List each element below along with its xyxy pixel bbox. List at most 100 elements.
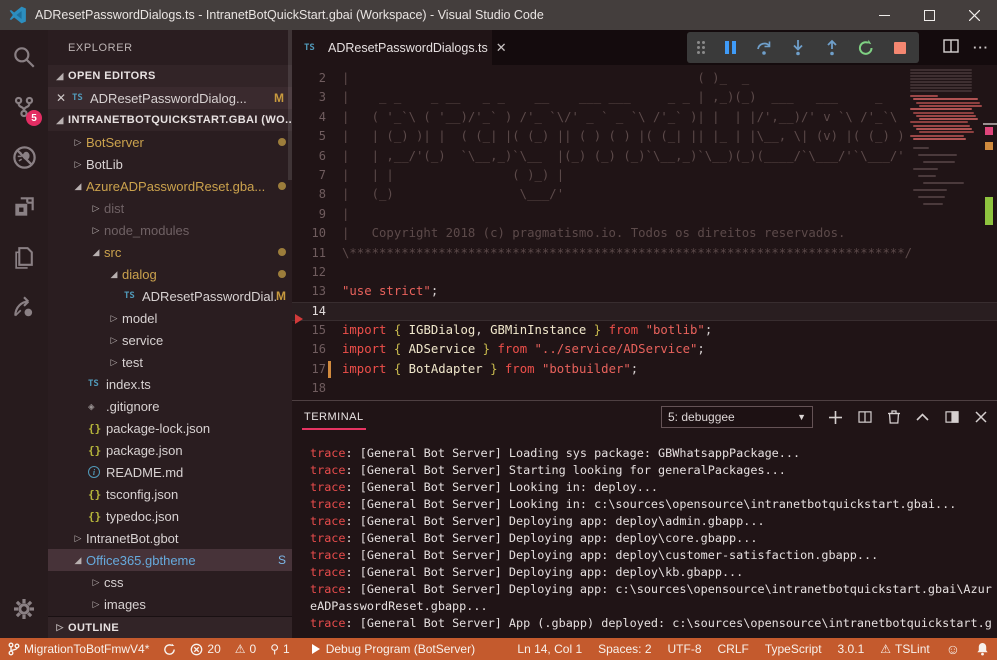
tab-adresetpassworddialogs[interactable]: TS ADResetPasswordDialogs.ts ✕ <box>292 30 492 65</box>
line-number: 18 <box>292 379 342 398</box>
language-item[interactable]: TypeScript <box>765 642 822 656</box>
code-line-12[interactable]: 12 <box>292 263 997 282</box>
outline-header[interactable]: ▷ OUTLINE <box>48 616 292 638</box>
tree-item-images[interactable]: ▷images <box>48 593 292 615</box>
tree-item-model[interactable]: ▷model <box>48 307 292 329</box>
code-line-11[interactable]: 11\*************************************… <box>292 244 997 263</box>
minimize-button[interactable] <box>862 0 907 30</box>
move-panel-icon[interactable] <box>945 411 959 423</box>
more-actions-icon[interactable]: ··· <box>973 40 989 55</box>
tree-item-typedoc-json[interactable]: {}typedoc.json <box>48 505 292 527</box>
tree-item-botlib[interactable]: ▷BotLib <box>48 153 292 175</box>
chevron-right-icon: ▷ <box>106 335 122 346</box>
code-line-15[interactable]: 15import { IGBDialog, GBMinInstance } fr… <box>292 321 997 340</box>
maximize-button[interactable] <box>907 0 952 30</box>
code-line-9[interactable]: 9| <box>292 205 997 224</box>
drag-grip-icon[interactable] <box>697 41 705 54</box>
share-icon[interactable] <box>0 284 48 330</box>
close-button[interactable] <box>952 0 997 30</box>
tree-item-package-lock-json[interactable]: {}package-lock.json <box>48 417 292 439</box>
kill-terminal-icon[interactable] <box>888 410 900 424</box>
step-into-button[interactable] <box>789 38 807 58</box>
code-line-6[interactable]: 6| | ,__/'(_) `\__,_)`\__ |(_) (_) (_)`\… <box>292 147 997 166</box>
debug-status-item[interactable]: Debug Program (BotServer) <box>312 642 475 656</box>
maximize-panel-icon[interactable] <box>916 413 929 421</box>
new-terminal-icon[interactable] <box>829 411 842 424</box>
code-line-3[interactable]: 3| _ _ _ __ _ _ __ ___ ___ _ _ | ,_)(_) … <box>292 88 997 107</box>
code-editor[interactable]: 2| ( )_ _3| _ _ _ __ _ _ __ ___ ___ _ _ … <box>292 65 997 400</box>
dropdown-arrow-icon: ▼ <box>797 412 806 422</box>
ts-version-item[interactable]: 3.0.1 <box>838 642 865 656</box>
debug-icon[interactable] <box>0 134 48 180</box>
terminal-tab[interactable]: TERMINAL <box>302 405 366 430</box>
stop-button[interactable] <box>891 38 909 58</box>
code-line-7[interactable]: 7| | | ( )_) | <box>292 166 997 185</box>
code-line-16[interactable]: 16import { ADService } from "../service/… <box>292 340 997 359</box>
sync-item[interactable] <box>163 643 176 656</box>
settings-gear-icon[interactable] <box>0 586 48 632</box>
errors-item[interactable]: 20 <box>190 642 220 656</box>
restart-button[interactable] <box>857 38 875 58</box>
code-line-18[interactable]: 18 <box>292 379 997 398</box>
workspace-header[interactable]: ◢ INTRANETBOTQUICKSTART.GBAI (WO... <box>48 109 292 131</box>
eol-item[interactable]: CRLF <box>718 642 749 656</box>
step-out-button[interactable] <box>823 38 841 58</box>
line-number: 17 <box>292 360 342 379</box>
pause-button[interactable] <box>721 38 739 58</box>
tree-item-dist[interactable]: ▷dist <box>48 197 292 219</box>
close-icon[interactable]: ✕ <box>56 91 72 105</box>
terminal-select[interactable]: 5: debuggee ▼ <box>661 406 813 428</box>
code-line-13[interactable]: 13"use strict"; <box>292 282 997 301</box>
code-line-5[interactable]: 5| | (_) )| | ( (_| |( (_) || ( ) ( ) |(… <box>292 127 997 146</box>
tree-item-css[interactable]: ▷css <box>48 571 292 593</box>
tree-item-office365-gbtheme[interactable]: ◢Office365.gbthemeS <box>48 549 292 571</box>
tree-item-botserver[interactable]: ▷BotServer <box>48 131 292 153</box>
code-line-4[interactable]: 4| ( '_`\ ( '__)/'_` ) /'_ `\/' _ ` _ `\… <box>292 108 997 127</box>
tree-item-azureadpasswordreset-gba[interactable]: ◢AzureADPasswordReset.gba... <box>48 175 292 197</box>
tree-item-src[interactable]: ◢src <box>48 241 292 263</box>
code-line-10[interactable]: 10| Copyright 2018 (c) pragmatismo.io. T… <box>292 224 997 243</box>
minimap[interactable] <box>907 65 983 365</box>
tree-item-package-json[interactable]: {}package.json <box>48 439 292 461</box>
tree-item-dialog[interactable]: ◢dialog <box>48 263 292 285</box>
encoding-item[interactable]: UTF-8 <box>668 642 702 656</box>
notifications-bell-item[interactable] <box>976 642 989 656</box>
feedback-smiley-item[interactable]: ☺ <box>946 641 960 657</box>
split-terminal-icon[interactable] <box>858 411 872 423</box>
tab-close-icon[interactable]: ✕ <box>496 40 507 56</box>
tree-item-gitignore[interactable]: ◈.gitignore <box>48 395 292 417</box>
split-editor-icon[interactable] <box>943 39 959 56</box>
step-over-button[interactable] <box>755 38 773 58</box>
warnings-item[interactable]: ⚠ 0 <box>235 642 256 656</box>
open-editor-item[interactable]: ✕ TS ADResetPasswordDialog... M <box>48 87 292 109</box>
tree-item-tsconfig-json[interactable]: {}tsconfig.json <box>48 483 292 505</box>
tslint-item[interactable]: ⚠ TSLint <box>880 642 929 656</box>
chevron-right-icon: ▷ <box>88 203 104 214</box>
line-number: 11 <box>292 244 342 263</box>
documents-icon[interactable] <box>0 234 48 280</box>
tree-item-adresetpassworddial[interactable]: TSADResetPasswordDial...M <box>48 285 292 307</box>
code-line-14[interactable]: 14 <box>292 302 997 321</box>
open-editors-header[interactable]: ◢ OPEN EDITORS <box>48 65 292 87</box>
indentation-item[interactable]: Spaces: 2 <box>598 642 651 656</box>
git-branch-item[interactable]: MigrationToBotFmwV4* <box>8 642 149 656</box>
tasks-item[interactable]: ⚲ 1 <box>270 642 289 656</box>
bell-icon <box>976 642 989 656</box>
tree-item-intranetbot-gbot[interactable]: ▷IntranetBot.gbot <box>48 527 292 549</box>
search-icon[interactable] <box>0 34 48 80</box>
terminal-line: trace: [General Bot Server] App (.gbapp)… <box>310 615 997 632</box>
line-col-item[interactable]: Ln 14, Col 1 <box>517 642 582 656</box>
tree-item-service[interactable]: ▷service <box>48 329 292 351</box>
tree-item-node-modules[interactable]: ▷node_modules <box>48 219 292 241</box>
tree-item-readme-md[interactable]: iREADME.md <box>48 461 292 483</box>
code-line-17[interactable]: 17import { BotAdapter } from "botbuilder… <box>292 360 997 379</box>
code-line-2[interactable]: 2| ( )_ _ <box>292 69 997 88</box>
tree-item-test[interactable]: ▷test <box>48 351 292 373</box>
tree-item-index-ts[interactable]: TSindex.ts <box>48 373 292 395</box>
terminal-output[interactable]: trace: [General Bot Server] Loading sys … <box>292 433 997 638</box>
source-control-icon[interactable]: 5 <box>0 84 48 130</box>
code-text: import { ADService } from "../service/AD… <box>342 340 705 359</box>
close-panel-icon[interactable] <box>975 411 987 423</box>
code-line-8[interactable]: 8| (_) \___/' <box>292 185 997 204</box>
extensions-icon[interactable] <box>0 184 48 230</box>
